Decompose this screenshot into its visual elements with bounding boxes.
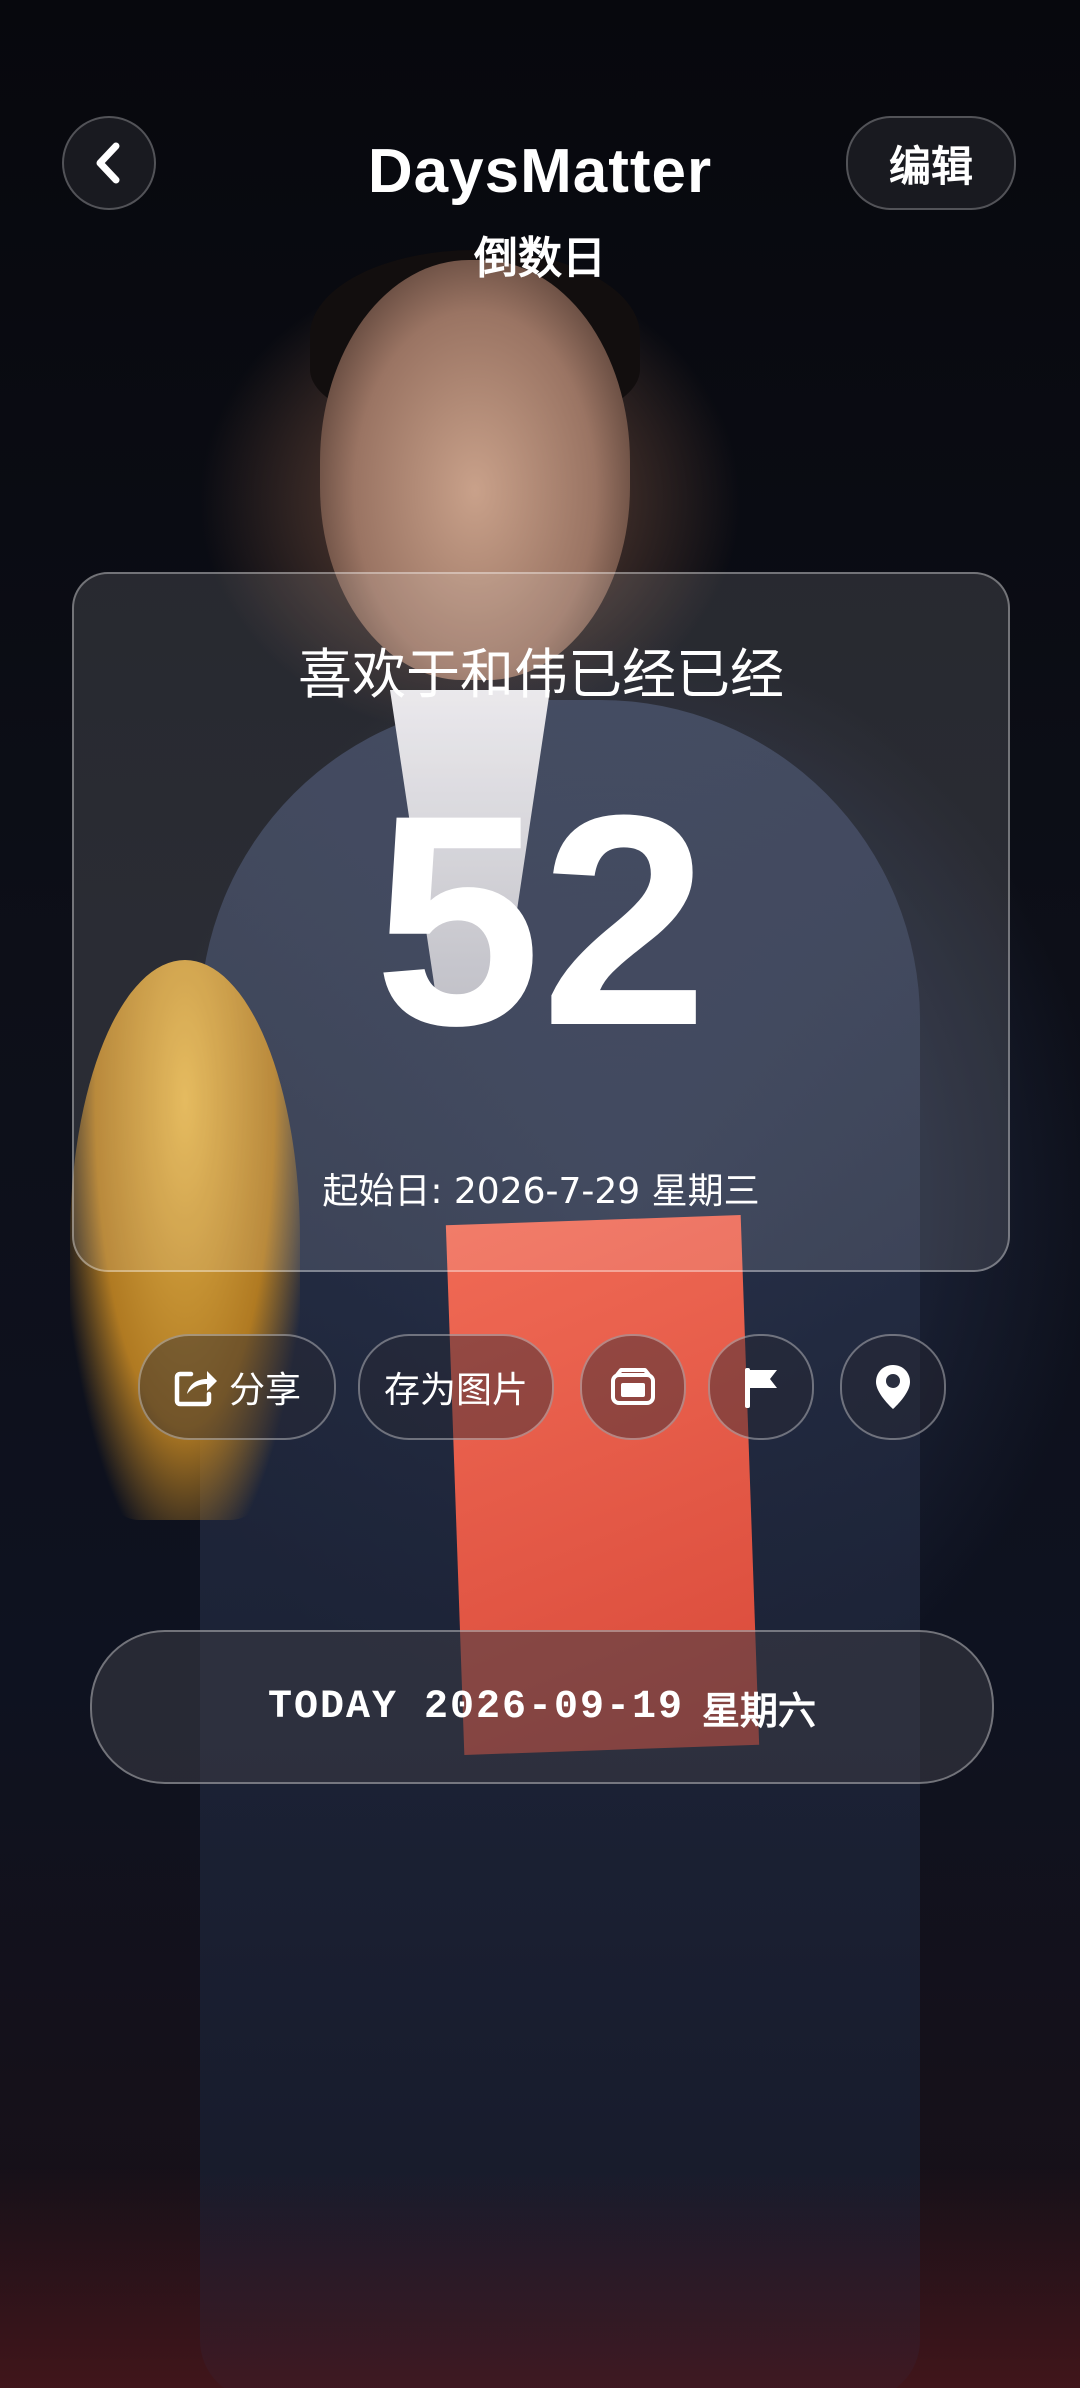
- edit-button[interactable]: 编辑: [846, 116, 1016, 210]
- photo-icon: [611, 1368, 655, 1405]
- days-count: 52: [374, 752, 708, 1088]
- start-date: 起始日: 2026-7-29 星期三: [322, 1171, 760, 1212]
- page-subtitle: 倒数日: [474, 233, 606, 284]
- save-image-label: 存为图片: [383, 1370, 528, 1411]
- today-weekday: 星期六: [702, 1688, 817, 1733]
- location-pin-icon: [876, 1365, 910, 1409]
- share-button[interactable]: 分享: [138, 1334, 336, 1440]
- flag-button[interactable]: [708, 1334, 814, 1440]
- flag-icon: [745, 1368, 777, 1408]
- today-bar: TODAY 2026-09-19 星期六: [90, 1630, 994, 1784]
- share-label: 分享: [228, 1370, 301, 1411]
- photo-button[interactable]: [580, 1334, 686, 1440]
- location-button[interactable]: [840, 1334, 946, 1440]
- event-title: 喜欢于和伟已经已经: [298, 643, 784, 706]
- countdown-card: 喜欢于和伟已经已经 52 起始日: 2026-7-29 星期三: [72, 572, 1010, 1272]
- screen: DaysMatter 倒数日 编辑 喜欢于和伟已经已经 52 起始日: 2026…: [0, 0, 1080, 2388]
- save-image-button[interactable]: 存为图片: [358, 1334, 554, 1440]
- today-date: TODAY 2026-09-19: [267, 1684, 685, 1730]
- share-icon: [174, 1371, 217, 1407]
